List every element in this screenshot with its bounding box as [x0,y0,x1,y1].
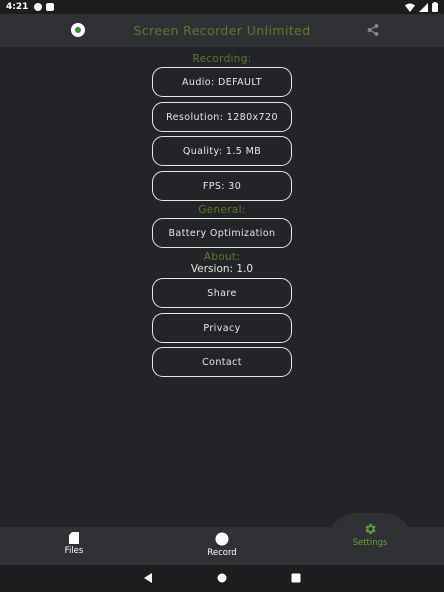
contact-button[interactable]: Contact [152,347,292,377]
back-icon[interactable] [143,573,153,583]
record-dot-icon[interactable] [71,23,85,37]
share-button[interactable]: Share [152,278,292,308]
quality-button[interactable]: Quality: 1.5 MB [152,136,292,166]
battery-icon [432,2,438,12]
status-time: 4:21 [6,2,29,12]
battery-optimization-button[interactable]: Battery Optimization [152,218,292,248]
app-bar: Screen Recorder Unlimited [0,14,444,47]
recents-icon[interactable] [291,573,301,583]
status-indicators [405,2,438,12]
wifi-icon [405,3,415,12]
sd-card-icon [69,532,79,544]
share-icon[interactable] [366,23,380,37]
circle-icon [215,532,229,546]
resolution-button[interactable]: Resolution: 1280x720 [152,102,292,132]
nav-files[interactable]: Files [54,532,94,556]
nav-record[interactable]: Record [202,532,242,558]
audio-button[interactable]: Audio: DEFAULT [152,67,292,97]
nav-files-label: Files [64,546,84,556]
nav-settings-label: Settings [352,538,388,548]
home-icon[interactable] [217,573,227,583]
section-about-label: About: [203,251,241,263]
system-nav-bar [0,565,444,592]
gear-icon [365,523,376,535]
nav-settings[interactable]: Settings [346,522,394,548]
section-general-label: General: [198,204,246,216]
sd-notification-icon [46,3,55,11]
fps-button[interactable]: FPS: 30 [152,171,292,201]
signal-icon [419,2,428,12]
nav-record-label: Record [207,548,237,558]
app-title: Screen Recorder Unlimited [133,23,311,38]
version-text: Version: 1.0 [190,263,254,275]
privacy-button[interactable]: Privacy [152,313,292,343]
settings-content: Recording: Audio: DEFAULT Resolution: 12… [0,47,444,527]
notification-icon [34,3,43,11]
status-bar: 4:21 [0,0,444,14]
section-recording-label: Recording: [192,53,252,65]
